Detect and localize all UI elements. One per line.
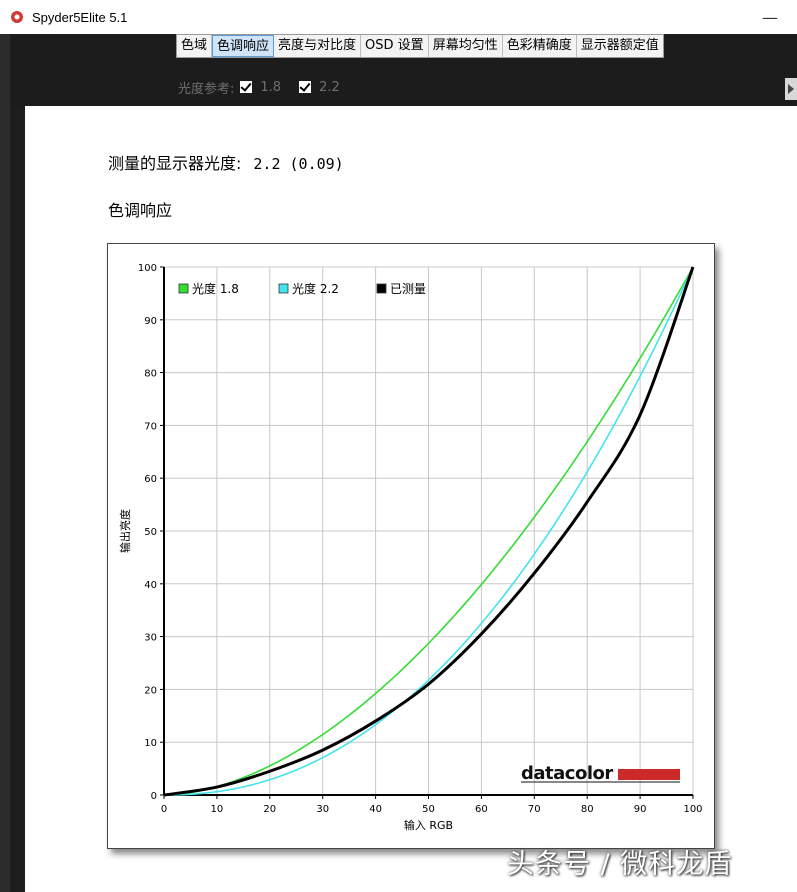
window-title: Spyder5Elite 5.1 (32, 9, 128, 25)
y-tick-label-40: 40 (144, 580, 157, 591)
x-tick-label-60: 60 (475, 804, 488, 815)
tone-response-chart-svg: 0 10 20 30 40 50 60 70 80 90 100 0 10 20 30 40 50 60 70 80 9… (118, 263, 703, 832)
title-bar: Spyder5Elite 5.1 — (0, 0, 797, 34)
x-tick-label-50: 50 (422, 804, 435, 815)
y-tick-label-90: 90 (144, 316, 157, 327)
y-tick-label-20: 20 (144, 685, 157, 696)
tab-bar: 色域 色调响应 亮度与对比度 OSD 设置 屏幕均匀性 色彩精确度 显示器额定值 (176, 34, 664, 58)
legend-label-2: 已测量 (390, 282, 426, 296)
tab-brightness-contrast[interactable]: 亮度与对比度 (274, 35, 362, 57)
gamma-1-8-checkbox[interactable] (240, 81, 253, 93)
x-tick-label-0: 0 (161, 804, 167, 815)
watermark: 头条号 / 微科龙盾 (507, 849, 733, 880)
datacolor-logo-text: datacolor (521, 763, 613, 784)
y-axis-label: 输出亮度 (118, 509, 132, 553)
x-tick-label-100: 100 (683, 804, 702, 815)
tab-gamut[interactable]: 色域 (177, 35, 213, 57)
legend-label-0: 光度 1.8 (192, 281, 239, 296)
legend-swatch-1 (278, 283, 289, 294)
gamma-2-2-label: 2.2 (319, 79, 340, 95)
y-tick-label-0: 0 (151, 791, 157, 802)
minimize-button[interactable]: — (755, 6, 785, 28)
section-title: 色调响应 (108, 201, 173, 220)
left-edge (0, 34, 10, 892)
x-tick-label-90: 90 (634, 804, 647, 815)
y-tick-label-60: 60 (144, 474, 157, 485)
y-tick-label-80: 80 (144, 369, 157, 380)
x-axis-label: 输入 RGB (404, 818, 453, 832)
spyder-app-icon (11, 11, 23, 23)
legend-swatch-0 (178, 283, 189, 294)
tab-osd-settings[interactable]: OSD 设置 (361, 35, 429, 57)
legend-swatch-2 (376, 283, 387, 294)
gamma-reference-label: 光度参考: (178, 81, 235, 97)
legend-label-1: 光度 2.2 (292, 281, 339, 296)
tab-tone-response[interactable]: 色调响应 (212, 35, 275, 57)
y-tick-label-70: 70 (144, 421, 157, 432)
gamma-2-2-checkbox[interactable] (299, 81, 312, 93)
tone-response-chart: 0 10 20 30 40 50 60 70 80 90 100 0 10 20 30 40 50 60 70 80 9… (107, 243, 715, 849)
tab-color-accuracy[interactable]: 色彩精确度 (502, 35, 577, 57)
x-tick-label-10: 10 (211, 804, 224, 815)
x-tick-label-80: 80 (581, 804, 594, 815)
y-tick-label-10: 10 (144, 738, 157, 749)
tab-display-rating[interactable]: 显示器额定值 (576, 35, 663, 57)
y-tick-label-50: 50 (144, 527, 157, 538)
x-tick-label-70: 70 (528, 804, 541, 815)
gamma-1-8-label: 1.8 (260, 79, 282, 95)
measured-gamma-label: 测量的显示器光度: (108, 154, 242, 173)
measured-gamma-value: 2.2 (0.09) (253, 155, 344, 173)
x-tick-label-40: 40 (369, 804, 382, 815)
x-tick-label-30: 30 (316, 804, 329, 815)
datacolor-logo-bar (618, 769, 680, 780)
y-tick-label-30: 30 (144, 633, 157, 644)
measured-gamma: 测量的显示器光度: 2.2 (0.09) (108, 150, 344, 174)
y-tick-label-100: 100 (138, 263, 157, 274)
tab-uniformity[interactable]: 屏幕均匀性 (428, 35, 503, 57)
x-tick-label-20: 20 (263, 804, 276, 815)
tab-scroll-button[interactable] (785, 78, 797, 100)
gamma-reference-row: 光度参考: 1.8 2.2 (178, 78, 352, 97)
